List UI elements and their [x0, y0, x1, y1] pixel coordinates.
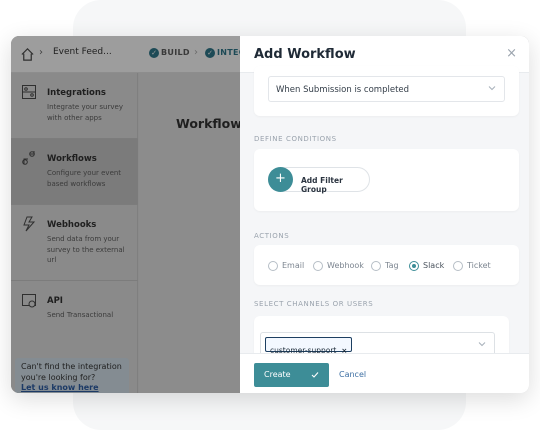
sidebar-item-desc: Send data from your survey to the extern…: [47, 235, 125, 264]
sidebar-item-desc: Configure your event based workflows: [47, 169, 122, 188]
webhooks-icon: [23, 216, 36, 232]
check-circle-icon: ✓: [205, 48, 215, 58]
sidebar-item-title: Workflows: [47, 154, 97, 164]
api-icon: [22, 294, 36, 308]
modal-footer: Create Cancel: [240, 353, 529, 393]
chevron-right-icon: ›: [39, 47, 43, 58]
radio-circle: [268, 261, 278, 271]
trigger-card: When Submission is completed: [254, 66, 519, 116]
sidebar-item-desc: Send Transactional: [47, 311, 114, 319]
breadcrumb-page[interactable]: Event Feed...: [53, 47, 112, 57]
radio-circle: [409, 261, 419, 271]
check-icon: [311, 372, 319, 378]
radio-label: Email: [282, 261, 305, 270]
conditions-section-label: DEFINE CONDITIONS: [254, 135, 337, 143]
page-title: Workflows: [176, 116, 250, 131]
sidebar-item-webhooks[interactable]: Webhooks Send data from your survey to t…: [11, 205, 138, 281]
home-icon[interactable]: [20, 47, 35, 62]
radio-circle: [371, 261, 381, 271]
plus-icon: +: [268, 167, 293, 192]
sidebar-item-desc: Integrate your survey with other apps: [47, 103, 123, 122]
radio-label: Tag: [385, 261, 399, 270]
cancel-button[interactable]: Cancel: [339, 370, 366, 379]
workflows-icon: [22, 151, 35, 165]
sidebar: Integrations Integrate your survey with …: [11, 73, 138, 393]
radio-label: Ticket: [467, 261, 491, 270]
check-circle-icon: ✓: [149, 48, 159, 58]
actions-card: Email Webhook Tag Slack Ticket: [254, 245, 519, 285]
selected-channel-tag: customer-support ×: [265, 337, 353, 355]
radio-circle: [453, 261, 463, 271]
modal-title: Add Workflow: [254, 47, 356, 62]
chevron-down-icon: [488, 86, 496, 91]
trigger-select-value: When Submission is completed: [276, 85, 410, 95]
help-box: Can't find the integration you're lookin…: [15, 358, 129, 393]
channels-section-label: SELECT CHANNELS OR USERS: [254, 300, 374, 308]
app-window: › Event Feed... ✓ BUILD › ✓ INTEG Integr…: [11, 36, 529, 393]
close-icon[interactable]: ×: [506, 46, 517, 61]
add-filter-group-label: Add Filter Group: [301, 176, 343, 194]
create-button-label: Create: [264, 370, 291, 379]
integrations-icon: [22, 85, 36, 99]
trigger-select[interactable]: When Submission is completed: [268, 76, 505, 102]
conditions-card: + Add Filter Group: [254, 149, 519, 211]
radio-label: Slack: [423, 261, 445, 270]
sidebar-item-title: Integrations: [47, 88, 106, 98]
radio-circle: [313, 261, 323, 271]
actions-section-label: ACTIONS: [254, 232, 290, 240]
main-content: Workflows: [139, 73, 249, 393]
help-link[interactable]: Let us know here: [21, 383, 123, 392]
step-build[interactable]: BUILD: [161, 48, 190, 57]
sidebar-item-title: API: [47, 296, 63, 306]
add-filter-group-button[interactable]: + Add Filter Group: [268, 167, 370, 194]
sidebar-item-workflows[interactable]: Workflows Configure your event based wor…: [11, 139, 138, 205]
add-workflow-modal: Add Workflow × When Submission is comple…: [240, 36, 529, 393]
help-text: Can't find the integration you're lookin…: [21, 362, 122, 382]
sidebar-item-title: Webhooks: [47, 220, 97, 230]
radio-label: Webhook: [327, 261, 364, 270]
chevron-down-icon: [478, 342, 486, 347]
sidebar-item-integrations[interactable]: Integrations Integrate your survey with …: [11, 73, 138, 139]
chevron-right-icon: ›: [194, 47, 198, 58]
create-button[interactable]: Create: [254, 363, 329, 387]
